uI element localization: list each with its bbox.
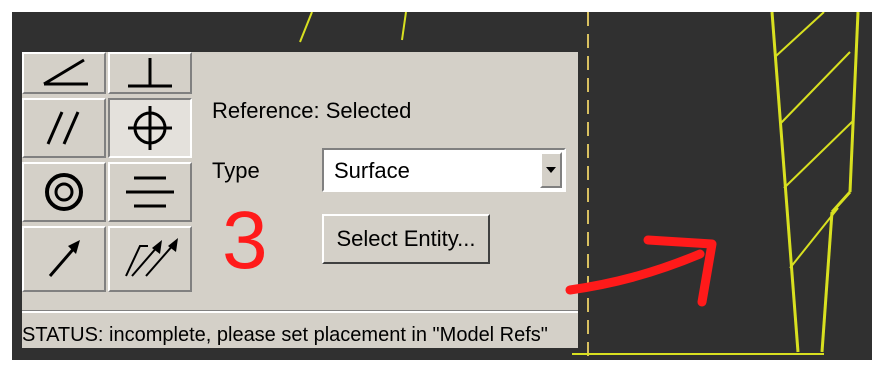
model-viewport[interactable]: Reference: Selected Type Surface Select …	[12, 12, 872, 360]
red-arrow-annotation	[565, 235, 717, 307]
